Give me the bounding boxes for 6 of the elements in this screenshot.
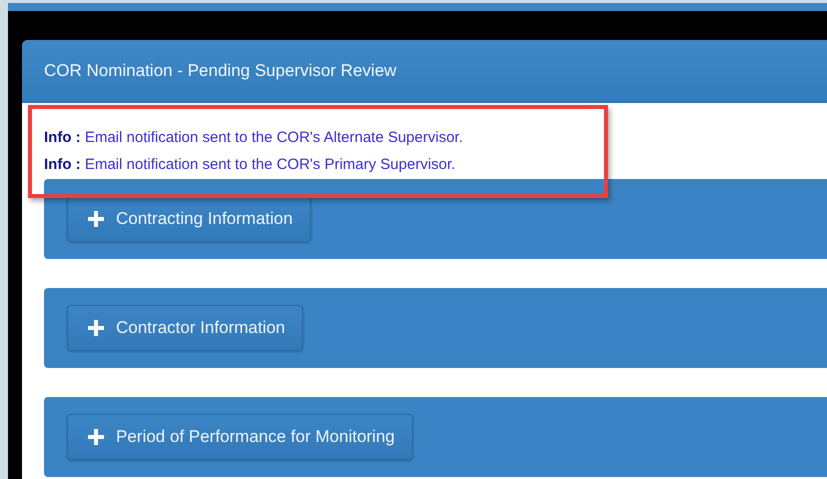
info-message: Info : Email notification sent to the COR's Alternate Supervisor. xyxy=(44,128,464,147)
info-message: Info : Email notification sent to the COR's Primary Supervisor. xyxy=(44,155,456,174)
panel-title: COR Nomination - Pending Supervisor Review xyxy=(22,40,827,103)
section-toggle-button[interactable]: Period of Performance for Monitoring xyxy=(67,414,413,460)
section-toggle-button[interactable]: Contractor Information xyxy=(67,305,304,351)
section-toggle-button[interactable]: Contracting Information xyxy=(67,196,311,242)
